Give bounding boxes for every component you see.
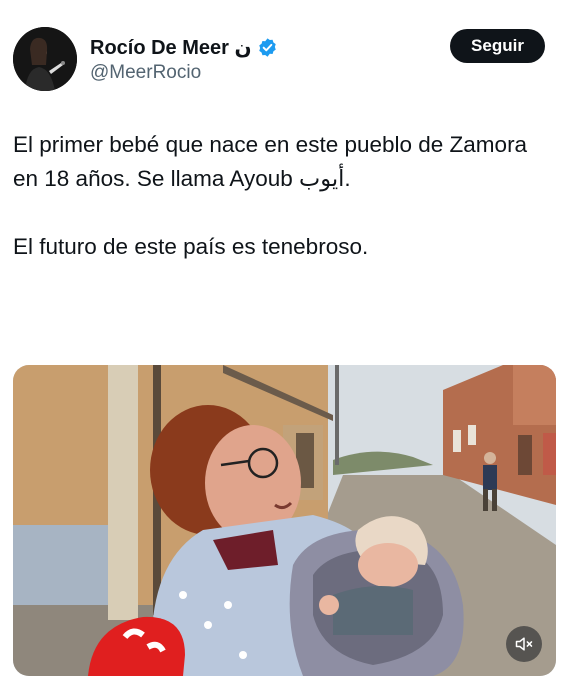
tweet-card: Rocío De Meer ن @MeerRocio Seguir El pri… bbox=[0, 0, 570, 680]
follow-button[interactable]: Seguir bbox=[450, 29, 545, 63]
mute-toggle-button[interactable] bbox=[506, 626, 542, 662]
tweet-paragraph-2: El futuro de este país es tenebroso. bbox=[13, 234, 369, 259]
tweet-paragraph-1: El primer bebé que nace en este pueblo d… bbox=[13, 132, 528, 191]
verified-badge-icon bbox=[257, 37, 278, 58]
avatar-image bbox=[13, 27, 77, 91]
video-player[interactable] bbox=[13, 365, 556, 676]
author-name-row[interactable]: Rocío De Meer ن bbox=[90, 34, 278, 60]
tweet-text: El primer bebé que nace en este pueblo d… bbox=[13, 128, 553, 264]
author-handle[interactable]: @MeerRocio bbox=[90, 62, 201, 84]
avatar[interactable] bbox=[13, 27, 77, 91]
speaker-muted-icon bbox=[515, 637, 533, 651]
display-name[interactable]: Rocío De Meer ن bbox=[90, 35, 252, 60]
video-thumbnail bbox=[13, 365, 556, 676]
